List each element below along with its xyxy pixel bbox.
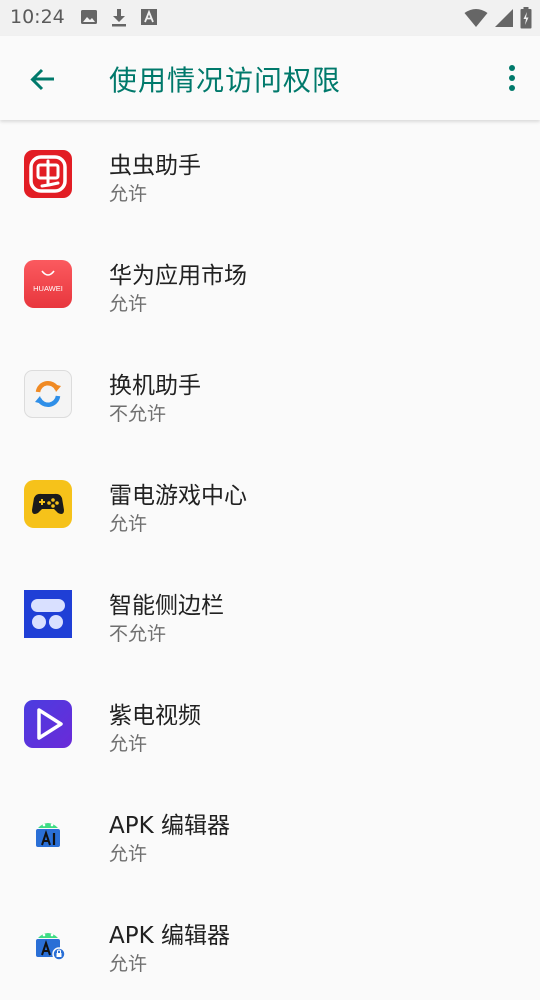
overflow-menu-button[interactable] [502, 60, 522, 100]
app-permission-status: 允许 [109, 513, 148, 535]
gamepad-icon [24, 480, 72, 528]
status-bar: 10:24 [0, 0, 540, 36]
huawei-appgallery-icon: HUAWEI [24, 260, 72, 308]
list-item[interactable]: 智能侧边栏 不允许 [0, 560, 540, 670]
app-name: 华为应用市场 [109, 263, 247, 289]
huawei-logo-text: HUAWEI [33, 284, 63, 293]
list-item[interactable]: 雷电游戏中心 允许 [0, 450, 540, 560]
app-name: 紫电视频 [109, 703, 201, 729]
app-name: APK 编辑器 [109, 923, 230, 949]
battery-charging-icon [520, 7, 532, 29]
sidebar-icon [24, 590, 72, 638]
app-name: 智能侧边栏 [109, 593, 224, 619]
signal-icon [495, 9, 513, 27]
list-item[interactable]: 紫电视频 允许 [0, 670, 540, 780]
list-item[interactable]: 虫虫助手 允许 [0, 120, 540, 230]
app-permission-status: 允许 [109, 843, 148, 865]
page-title: 使用情况访问权限 [109, 64, 342, 97]
apk-editor-icon [36, 823, 60, 847]
wifi-icon [464, 9, 488, 27]
app-list: 虫虫助手 允许 HUAWEI 华为应用市场 允许 换机助手 不允许 雷电游戏中心… [0, 120, 540, 1000]
back-button[interactable] [20, 58, 64, 102]
list-item[interactable]: 换机助手 不允许 [0, 340, 540, 450]
app-permission-status: 不允许 [109, 623, 167, 645]
arrow-back-icon [30, 68, 54, 91]
app-permission-status: 允许 [109, 733, 148, 755]
download-icon [112, 9, 126, 27]
video-play-icon [24, 700, 72, 748]
list-item[interactable]: APK 编辑器 允许 [0, 780, 540, 890]
more-vert-icon [509, 65, 515, 91]
apk-editor-pro-icon [36, 933, 66, 961]
list-item[interactable]: HUAWEI 华为应用市场 允许 [0, 230, 540, 340]
app-permission-status: 允许 [109, 953, 148, 975]
list-item[interactable]: APK 编辑器 允许 [0, 890, 540, 1000]
status-time: 10:24 [10, 6, 65, 28]
app-name: 雷电游戏中心 [109, 483, 247, 509]
app-name: 虫虫助手 [109, 153, 201, 179]
app-permission-status: 允许 [109, 293, 148, 315]
app-name: 换机助手 [109, 373, 201, 399]
phone-clone-icon [24, 370, 72, 418]
app-permission-status: 不允许 [109, 403, 167, 425]
app-permission-status: 允许 [109, 183, 148, 205]
app-name: APK 编辑器 [109, 813, 230, 839]
font-icon [141, 9, 157, 25]
app-bar: 使用情况访问权限 [0, 36, 540, 120]
image-icon [81, 10, 97, 24]
chongchong-icon [24, 150, 72, 198]
